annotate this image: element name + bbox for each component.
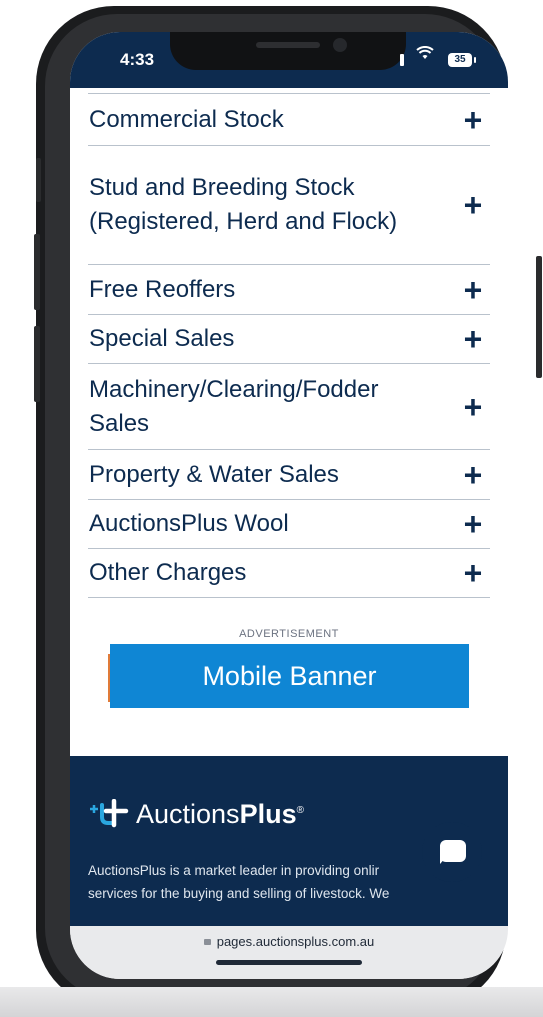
home-indicator[interactable] bbox=[216, 960, 362, 965]
status-time: 4:33 bbox=[120, 50, 155, 69]
plus-icon[interactable]: + bbox=[458, 459, 488, 491]
accordion-item-property-water[interactable]: Property & Water Sales + bbox=[88, 449, 490, 499]
accordion-item-label: Free Reoffers bbox=[89, 275, 236, 303]
accordion-item-machinery-clearing-fodder[interactable]: Machinery/Clearing/Fodder Sales + bbox=[88, 363, 490, 449]
accordion-item-auctionsplus-wool[interactable]: AuctionsPlus Wool + bbox=[88, 499, 490, 548]
accordion-item-label: Special Sales bbox=[89, 325, 235, 352]
accordion-item-label: Commercial Stock bbox=[89, 105, 284, 133]
battery-tip bbox=[474, 57, 476, 63]
accordion-item-label: Property & Water Sales bbox=[89, 460, 339, 488]
mobile-banner-ad[interactable]: Mobile Banner bbox=[110, 644, 469, 708]
accordion-item-label: AuctionsPlus Wool bbox=[89, 510, 289, 537]
charges-accordion: Commercial Stock + Stud and Breeding Sto… bbox=[88, 93, 490, 598]
status-bar: 4:33 35 bbox=[70, 32, 508, 88]
advertisement-label: ADVERTISEMENT bbox=[239, 628, 339, 640]
plus-icon[interactable]: + bbox=[458, 557, 488, 589]
accordion-item-commercial-stock[interactable]: Commercial Stock + bbox=[88, 93, 490, 145]
notch bbox=[170, 32, 406, 70]
accordion-bottom-divider bbox=[88, 597, 490, 598]
auctionsplus-logo[interactable]: AuctionsPlus® bbox=[88, 796, 304, 832]
accordion-item-label: Machinery/Clearing/Fodder Sales bbox=[89, 375, 379, 437]
mute-switch bbox=[36, 158, 41, 202]
accordion-item-stud-breeding-stock[interactable]: Stud and Breeding Stock (Registered, Her… bbox=[88, 145, 490, 264]
accordion-item-free-reoffers[interactable]: Free Reoffers + bbox=[88, 264, 490, 314]
accordion-item-label: Stud and Breeding Stock (Registered, Her… bbox=[89, 174, 398, 235]
plus-icon[interactable]: + bbox=[458, 508, 488, 540]
volume-down-button bbox=[34, 326, 40, 402]
power-button bbox=[536, 256, 542, 378]
signal-icon bbox=[400, 54, 404, 66]
chat-icon-tail bbox=[440, 856, 447, 864]
plus-icon[interactable]: + bbox=[458, 189, 488, 221]
phone-screen: 4:33 35 Commercial Stock + Stud and Bree… bbox=[70, 32, 508, 979]
lock-icon bbox=[203, 939, 211, 945]
plus-icon[interactable]: + bbox=[458, 391, 488, 423]
wifi-icon bbox=[416, 45, 434, 65]
brand-name: AuctionsPlus® bbox=[136, 798, 304, 829]
accordion-item-special-sales[interactable]: Special Sales + bbox=[88, 314, 490, 363]
camera-icon bbox=[333, 38, 347, 52]
address-bar-url: pages.auctionsplus.com.au bbox=[70, 934, 508, 949]
battery-icon: 35 bbox=[448, 53, 472, 67]
volume-up-button bbox=[34, 234, 40, 310]
auctionsplus-logo-icon bbox=[90, 799, 129, 828]
accordion-item-label: Other Charges bbox=[89, 559, 247, 586]
plus-icon[interactable]: + bbox=[458, 274, 488, 306]
plus-icon[interactable]: + bbox=[458, 104, 488, 136]
surface-shadow bbox=[0, 987, 543, 1017]
browser-address-bar[interactable]: pages.auctionsplus.com.au bbox=[70, 926, 508, 979]
footer-description: AuctionsPlus is a market leader in provi… bbox=[88, 863, 390, 901]
speaker-grille bbox=[256, 42, 320, 48]
accordion-item-other-charges[interactable]: Other Charges + bbox=[88, 548, 490, 597]
plus-icon[interactable]: + bbox=[458, 323, 488, 355]
